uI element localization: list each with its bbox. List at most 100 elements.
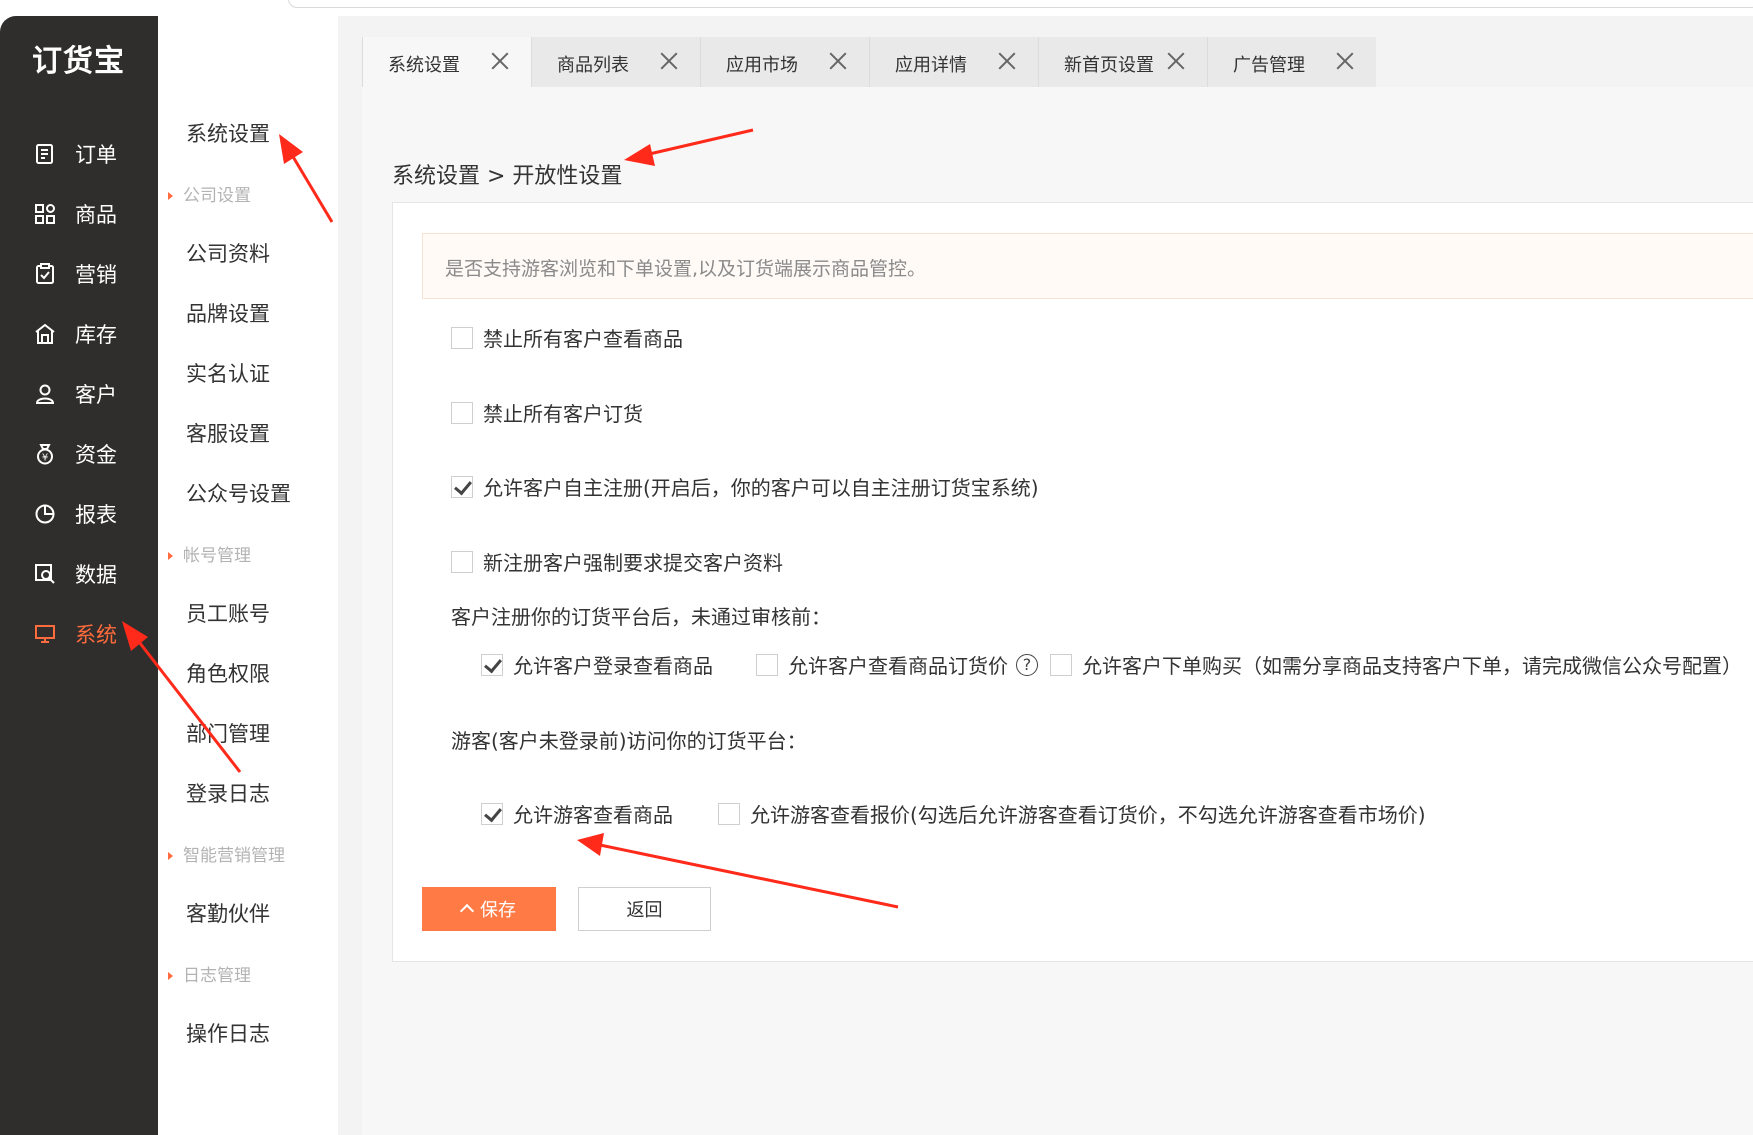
checkbox-checked[interactable] [481, 802, 503, 825]
address-bar-outline [288, 0, 1753, 8]
tab-label: 商品列表 [557, 55, 629, 76]
nav-label: 客户 [75, 383, 117, 407]
option-label: 禁止所有客户查看商品 [483, 327, 683, 351]
nav-label: 数据 [75, 563, 117, 587]
submenu-official-account[interactable]: 公众号设置 [186, 478, 291, 508]
tab-label: 应用详情 [895, 55, 967, 76]
nav-label: 营销 [75, 263, 117, 287]
submenu-system-settings[interactable]: 系统设置 [186, 118, 270, 148]
nav-item-data[interactable]: 数据 [0, 552, 158, 596]
tab-label: 新首页设置 [1064, 55, 1154, 76]
tab-label: 广告管理 [1233, 55, 1305, 76]
unapproved-heading: 客户注册你的订货平台后，未通过审核前： [451, 605, 831, 629]
submenu-role-permission[interactable]: 角色权限 [186, 658, 270, 688]
close-icon[interactable] [996, 50, 1018, 72]
group-label: 帐号管理 [183, 546, 251, 566]
checkbox-checked[interactable] [481, 653, 503, 676]
option-label: 新注册客户强制要求提交客户资料 [483, 551, 783, 575]
submenu-brand-settings[interactable]: 品牌设置 [186, 298, 270, 328]
help-icon[interactable]: ? [1016, 653, 1038, 676]
checkbox[interactable] [718, 802, 740, 825]
checkbox[interactable] [451, 550, 473, 573]
close-icon[interactable] [827, 50, 849, 72]
app-logo: 订货宝 [32, 44, 125, 79]
nav-item-customers[interactable]: 客户 [0, 372, 158, 416]
user-icon [35, 384, 55, 404]
submenu-customer-service[interactable]: 客服设置 [186, 418, 270, 448]
option-forbid-order[interactable]: 禁止所有客户订货 [451, 398, 643, 427]
submenu-staff-account[interactable]: 员工账号 [186, 598, 270, 628]
nav-item-marketing[interactable]: 营销 [0, 252, 158, 296]
checkbox[interactable] [451, 326, 473, 349]
close-icon[interactable] [489, 50, 511, 72]
info-notice: 是否支持游客浏览和下单设置,以及订货端展示商品管控。 [422, 233, 1753, 299]
save-label: 保存 [480, 900, 516, 920]
submenu-group-company: 公司设置 [168, 181, 251, 206]
tab-system-settings[interactable]: 系统设置 [362, 37, 531, 87]
nav-item-orders[interactable]: 订单 [0, 132, 158, 176]
option-allow-login-view[interactable]: 允许客户登录查看商品 [481, 650, 713, 679]
tab-app-details[interactable]: 应用详情 [869, 37, 1038, 87]
nav-label: 订单 [75, 143, 117, 167]
clipboard-check-icon [36, 263, 54, 284]
option-label: 允许客户登录查看商品 [513, 654, 713, 678]
money-bag-icon: ¥ [37, 444, 53, 465]
grid-icon [35, 204, 55, 224]
nav-item-system[interactable]: 系统 [0, 612, 158, 656]
nav-label: 资金 [75, 443, 117, 467]
guest-heading: 游客(客户未登录前)访问你的订货平台： [451, 729, 807, 753]
tab-label: 应用市场 [726, 55, 798, 76]
order-icon [36, 144, 53, 164]
settings-panel [392, 202, 1753, 962]
nav-item-reports[interactable]: 报表 [0, 492, 158, 536]
back-button[interactable]: 返回 [578, 887, 711, 931]
submenu-group-smart-marketing: 智能营销管理 [168, 841, 285, 866]
tab-app-market[interactable]: 应用市场 [700, 37, 869, 87]
monitor-icon [35, 625, 55, 643]
option-allow-register[interactable]: 允许客户自主注册(开启后，你的客户可以自主注册订货宝系统) [451, 472, 1039, 501]
system-submenu: 系统设置 公司设置 公司资料 品牌设置 实名认证 客服设置 公众号设置 帐号管理… [158, 88, 338, 1135]
save-button[interactable]: 保存 [422, 887, 556, 931]
nav-label: 报表 [75, 503, 117, 527]
submenu-department[interactable]: 部门管理 [186, 718, 270, 748]
option-allow-view-price[interactable]: 允许客户查看商品订货价 ? [756, 650, 1054, 679]
submenu-real-name-auth[interactable]: 实名认证 [186, 358, 270, 388]
tab-new-home-settings[interactable]: 新首页设置 [1038, 37, 1207, 87]
nav-item-inventory[interactable]: 库存 [0, 312, 158, 356]
pie-chart-icon [35, 504, 55, 524]
checkbox[interactable] [1050, 653, 1072, 676]
data-search-icon [35, 564, 55, 584]
option-guest-view[interactable]: 允许游客查看商品 [481, 799, 673, 828]
tab-ad-management[interactable]: 广告管理 [1207, 37, 1376, 87]
group-label: 智能营销管理 [183, 846, 285, 866]
nav-item-products[interactable]: 商品 [0, 192, 158, 236]
breadcrumb: 系统设置 > 开放性设置 [392, 164, 623, 189]
nav-item-funds[interactable]: ¥ 资金 [0, 432, 158, 476]
checkbox[interactable] [451, 401, 473, 424]
caret-right-icon [168, 972, 173, 980]
submenu-group-account: 帐号管理 [168, 541, 251, 566]
option-require-info[interactable]: 新注册客户强制要求提交客户资料 [451, 547, 783, 576]
checkbox[interactable] [756, 653, 778, 676]
option-label: 允许客户下单购买（如需分享商品支持客户下单，请完成微信公众号配置） [1082, 654, 1742, 678]
back-label: 返回 [626, 900, 663, 920]
option-allow-order[interactable]: 允许客户下单购买（如需分享商品支持客户下单，请完成微信公众号配置） [1050, 650, 1742, 679]
submenu-group-log: 日志管理 [168, 961, 251, 986]
submenu-partner[interactable]: 客勤伙伴 [186, 898, 270, 928]
warehouse-icon [35, 323, 55, 344]
caret-right-icon [168, 852, 173, 860]
chevron-up-icon [459, 903, 475, 919]
close-icon[interactable] [1334, 50, 1356, 72]
close-icon[interactable] [1165, 50, 1187, 72]
nav-label: 库存 [75, 323, 117, 347]
submenu-operation-log[interactable]: 操作日志 [186, 1018, 270, 1048]
close-icon[interactable] [658, 50, 680, 72]
option-label: 允许游客查看报价(勾选后允许游客查看订货价，不勾选允许游客查看市场价) [750, 803, 1426, 827]
tab-product-list[interactable]: 商品列表 [531, 37, 700, 87]
submenu-login-log[interactable]: 登录日志 [186, 778, 270, 808]
option-guest-price[interactable]: 允许游客查看报价(勾选后允许游客查看订货价，不勾选允许游客查看市场价) [718, 799, 1426, 828]
option-forbid-view[interactable]: 禁止所有客户查看商品 [451, 323, 683, 352]
submenu-company-profile[interactable]: 公司资料 [186, 238, 270, 268]
nav-label: 商品 [75, 203, 117, 227]
checkbox-checked[interactable] [451, 475, 473, 498]
